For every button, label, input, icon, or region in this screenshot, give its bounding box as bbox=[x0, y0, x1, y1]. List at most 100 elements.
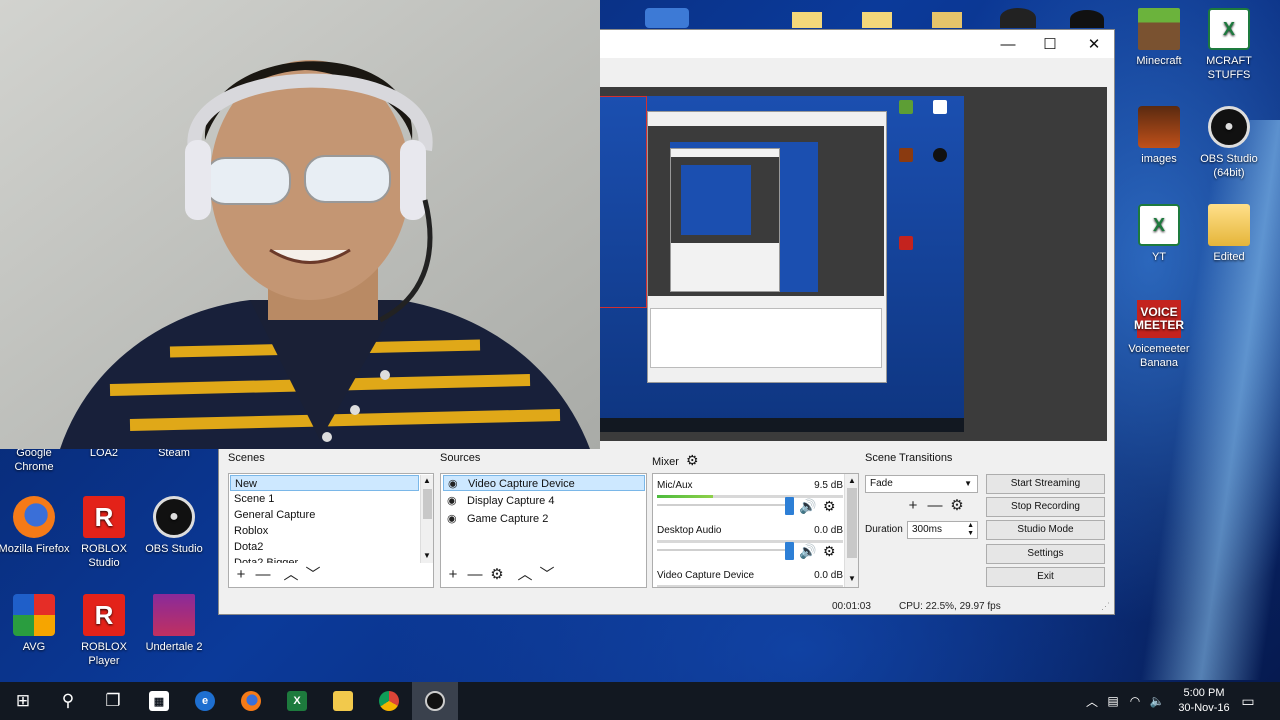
app-icon[interactable] bbox=[1000, 8, 1036, 28]
gear-icon[interactable]: ⚙ bbox=[823, 543, 836, 560]
search-icon[interactable]: ⚲ bbox=[45, 682, 91, 720]
scene-item[interactable]: Dota2 Bigger bbox=[230, 555, 419, 563]
preview-canvas[interactable] bbox=[599, 87, 1107, 441]
eye-icon[interactable]: ◉ bbox=[447, 493, 461, 509]
settings-button[interactable]: Settings bbox=[986, 544, 1105, 564]
gear-icon[interactable]: ⚙ bbox=[686, 452, 699, 468]
chrome-icon[interactable] bbox=[366, 682, 412, 720]
desktop-icon-obs-64bit[interactable]: ● OBS Studio (64bit) bbox=[1193, 106, 1265, 180]
desktop-icon-firefox[interactable]: Mozilla Firefox bbox=[0, 496, 70, 556]
desktop-icon-google-chrome[interactable]: Google Chrome bbox=[0, 446, 70, 474]
scroll-thumb[interactable] bbox=[423, 489, 432, 519]
notification-icon[interactable]: ▭ bbox=[1228, 682, 1268, 720]
eye-icon[interactable]: ◉ bbox=[447, 511, 461, 527]
desktop-icon-voicemeeter[interactable]: VOICE MEETER Voicemeeter Banana bbox=[1123, 300, 1195, 370]
desktop-icon-avg[interactable]: AVG bbox=[0, 594, 70, 654]
source-item[interactable]: ◉ Display Capture 4 bbox=[443, 493, 645, 509]
desktop-icon-minecraft[interactable]: Minecraft bbox=[1123, 8, 1195, 68]
eye-icon[interactable]: ◉ bbox=[448, 476, 462, 492]
move-up-icon[interactable]: ︿ bbox=[517, 567, 533, 583]
scene-item[interactable]: Scene 1 bbox=[230, 491, 419, 507]
gear-icon[interactable]: ⚙ bbox=[489, 567, 505, 583]
speaker-icon[interactable]: 🔊 bbox=[799, 543, 816, 560]
firefox-icon[interactable] bbox=[228, 682, 274, 720]
clock[interactable]: 5:00 PM 30-Nov-16 bbox=[1174, 686, 1234, 716]
remove-icon[interactable]: — bbox=[927, 498, 943, 514]
move-down-icon[interactable]: ﹀ bbox=[539, 567, 555, 583]
remove-icon[interactable]: — bbox=[255, 567, 271, 583]
nested-preview-screen-2 bbox=[681, 165, 751, 235]
gear-icon[interactable]: ⚙ bbox=[949, 498, 965, 514]
app-icon[interactable] bbox=[645, 8, 689, 28]
move-down-icon[interactable]: ﹀ bbox=[305, 567, 321, 583]
folder-icon[interactable] bbox=[862, 12, 892, 28]
desktop-icon-roblox-player[interactable]: R ROBLOX Player bbox=[68, 594, 140, 668]
desktop-icon-images[interactable]: images bbox=[1123, 106, 1195, 166]
task-view-icon[interactable]: ❐ bbox=[90, 682, 136, 720]
obs-icon[interactable] bbox=[1070, 10, 1104, 28]
scroll-up-icon[interactable]: ▲ bbox=[423, 476, 431, 485]
scene-item[interactable]: New bbox=[230, 475, 419, 491]
roblox-icon: R bbox=[83, 496, 125, 538]
obs-taskbar-icon[interactable] bbox=[412, 682, 458, 720]
move-up-icon[interactable]: ︿ bbox=[283, 567, 299, 583]
volume-slider-handle[interactable] bbox=[785, 542, 794, 560]
gear-icon[interactable]: ⚙ bbox=[823, 498, 836, 515]
preview-taskbar bbox=[599, 418, 964, 432]
desktop-icon-edited[interactable]: Edited bbox=[1193, 204, 1265, 264]
transition-toolbar: + — ⚙ bbox=[905, 498, 965, 514]
desktop-icon-roblox-studio[interactable]: R ROBLOX Studio bbox=[68, 496, 140, 570]
scene-item[interactable]: Dota2 bbox=[230, 539, 419, 555]
system-tray: ︿ ▤ ◠ 🔈 bbox=[1082, 682, 1168, 720]
volume-slider[interactable] bbox=[657, 504, 791, 506]
scroll-up-icon[interactable]: ▲ bbox=[848, 476, 856, 485]
scenes-list[interactable]: New Scene 1 General Capture Roblox Dota2… bbox=[228, 473, 434, 588]
speaker-icon[interactable]: 🔊 bbox=[799, 498, 816, 515]
volume-icon[interactable]: 🔈 bbox=[1146, 694, 1168, 708]
scroll-down-icon[interactable]: ▼ bbox=[423, 551, 431, 560]
windows-start-icon[interactable]: ⊞ bbox=[0, 682, 46, 720]
store-icon[interactable]: ▦ bbox=[136, 682, 182, 720]
add-icon[interactable]: + bbox=[905, 498, 921, 514]
network-icon[interactable]: ▤ bbox=[1102, 694, 1124, 708]
resize-grip-icon[interactable]: ⋰ bbox=[1101, 601, 1110, 612]
volume-slider[interactable] bbox=[657, 549, 791, 551]
mixer-scrollbar[interactable]: ▲ ▼ bbox=[844, 474, 858, 587]
excel-file-icon: X bbox=[1138, 204, 1180, 246]
minimize-button[interactable]: — bbox=[986, 30, 1030, 58]
scenes-scrollbar[interactable]: ▲ ▼ bbox=[420, 475, 433, 563]
source-item[interactable]: ◉ Game Capture 2 bbox=[443, 511, 645, 527]
studio-mode-button[interactable]: Studio Mode bbox=[986, 520, 1105, 540]
scroll-down-icon[interactable]: ▼ bbox=[848, 574, 856, 583]
folder-icon[interactable] bbox=[932, 12, 962, 28]
duration-input[interactable]: 300ms ▲ ▼ bbox=[907, 521, 978, 539]
scroll-thumb[interactable] bbox=[847, 488, 857, 558]
desktop-icon-obs-studio[interactable]: ● OBS Studio bbox=[138, 496, 210, 556]
sources-list[interactable]: ◉ Video Capture Device ◉ Display Capture 4… bbox=[440, 473, 647, 588]
edge-icon[interactable]: e bbox=[182, 682, 228, 720]
file-explorer-icon[interactable] bbox=[320, 682, 366, 720]
exit-button[interactable]: Exit bbox=[986, 567, 1105, 587]
transition-select[interactable]: Fade ▼ bbox=[865, 475, 978, 493]
maximize-button[interactable]: ☐ bbox=[1028, 30, 1072, 58]
excel-icon[interactable]: X bbox=[274, 682, 320, 720]
add-icon[interactable]: + bbox=[233, 567, 249, 583]
stop-recording-button[interactable]: Stop Recording bbox=[986, 497, 1105, 517]
remove-icon[interactable]: — bbox=[467, 567, 483, 583]
desktop-icon-mcraft-stuffs[interactable]: X MCRAFT STUFFS bbox=[1193, 8, 1265, 82]
nested-preview-2 bbox=[671, 157, 779, 243]
scene-item[interactable]: Roblox bbox=[230, 523, 419, 539]
desktop-icon-undertale-2[interactable]: Undertale 2 bbox=[138, 594, 210, 654]
source-item[interactable]: ◉ Video Capture Device bbox=[443, 475, 645, 491]
wifi-icon[interactable]: ◠ bbox=[1124, 694, 1146, 708]
start-streaming-button[interactable]: Start Streaming bbox=[986, 474, 1105, 494]
volume-slider-handle[interactable] bbox=[785, 497, 794, 515]
desktop-icon-yt[interactable]: X YT bbox=[1123, 204, 1195, 264]
spin-icon[interactable]: ▲ ▼ bbox=[967, 522, 974, 538]
folder-icon[interactable] bbox=[792, 12, 822, 28]
add-icon[interactable]: + bbox=[445, 567, 461, 583]
scene-item[interactable]: General Capture bbox=[230, 507, 419, 523]
close-button[interactable]: ✕ bbox=[1072, 30, 1116, 58]
recording-time: 00:01:03 bbox=[832, 601, 871, 612]
chevron-up-icon[interactable]: ︿ bbox=[1082, 693, 1102, 710]
